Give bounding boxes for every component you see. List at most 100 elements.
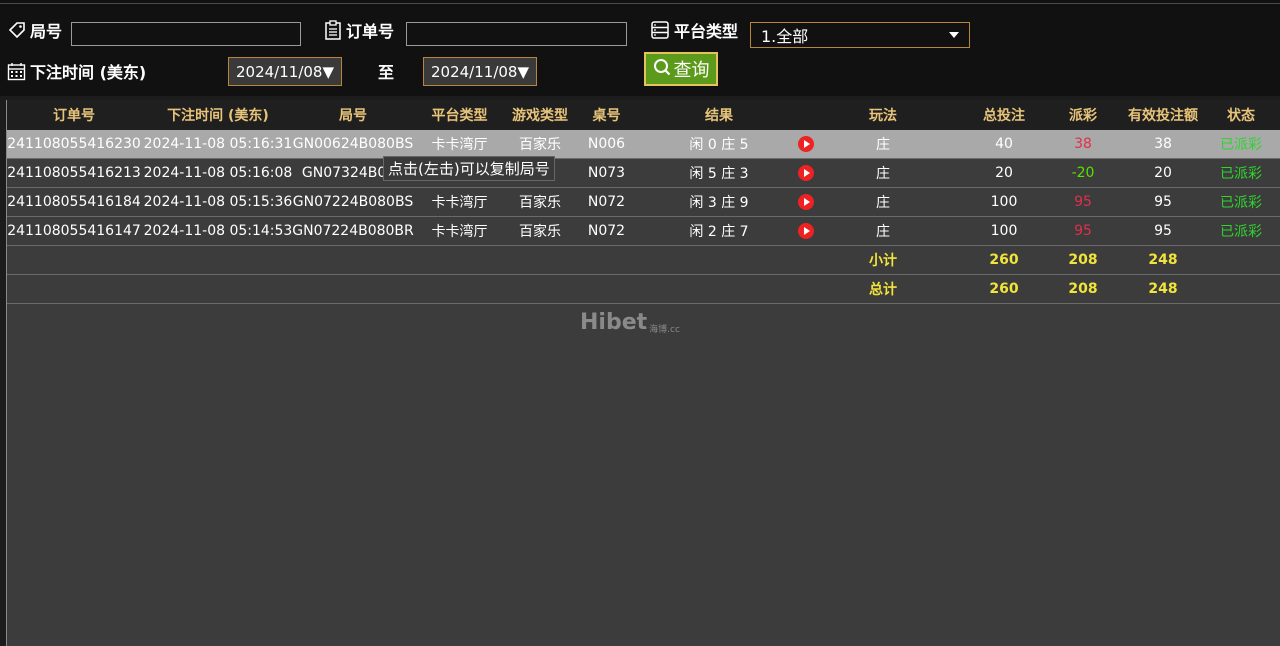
total-bet: 260	[989, 281, 1019, 297]
date-to-picker[interactable]: 2024/11/08▼	[423, 57, 537, 86]
watermark-sub-text: 海博.cc	[649, 325, 680, 335]
play-cell: 庄	[876, 224, 890, 240]
bet-cell: 100	[990, 223, 1018, 239]
table-row[interactable]: 241108055416213 2024-11-08 05:16:08 GN0732…	[7, 159, 1280, 188]
bet-cell: 20	[995, 165, 1013, 181]
order-no-input[interactable]	[406, 22, 627, 46]
bet-time-label-text: 下注时间 (美东)	[30, 63, 147, 82]
payout-cell: 95	[1074, 223, 1092, 239]
table-cell: N073	[587, 165, 626, 181]
status-cell: 已派彩	[1220, 224, 1262, 240]
clipboard-icon	[324, 20, 342, 40]
to-label-text: 至	[378, 63, 395, 82]
order-cell: 241108055416230	[7, 136, 141, 152]
table-row[interactable]: 241108055416147 2024-11-08 05:14:53 GN0722…	[7, 217, 1280, 246]
round-no-label: 局号	[8, 18, 62, 42]
column-header	[791, 100, 821, 130]
subtotal-row: 小计 260 208 248	[7, 246, 1280, 275]
play-icon	[798, 165, 814, 181]
platform-type-selected-value: 1.全部	[761, 27, 809, 46]
column-header: 桌号	[592, 108, 621, 124]
table-row[interactable]: 241108055416184 2024-11-08 05:15:36 GN0722…	[7, 188, 1280, 217]
round-no-label-text: 局号	[30, 22, 63, 41]
video-replay-button[interactable]	[791, 130, 821, 158]
play-icon	[798, 223, 814, 239]
bet-time-label: 下注时间 (美东)	[7, 59, 146, 83]
play-icon	[798, 136, 814, 152]
valid-cell: 38	[1154, 136, 1172, 152]
column-header: 游戏类型	[512, 108, 568, 124]
time-cell: 2024-11-08 05:15:36	[143, 194, 293, 210]
order-no-label-text: 订单号	[346, 22, 395, 41]
game-cell: 百家乐	[519, 195, 561, 211]
column-header: 结果	[705, 108, 733, 124]
search-icon	[653, 58, 671, 81]
total-row: 总计 260 208 248	[7, 275, 1280, 304]
table-cell: N072	[587, 223, 626, 239]
time-cell: 2024-11-08 05:14:53	[143, 223, 293, 239]
result-cell: 闲 2 庄 7	[689, 224, 749, 240]
query-button-label: 查询	[673, 60, 710, 81]
platform-cell: 卡卡湾厅	[431, 195, 488, 211]
payout-cell: -20	[1071, 165, 1095, 181]
round-no-cell[interactable]: GN07224B080BS	[293, 188, 413, 216]
table-cell: N072	[587, 194, 626, 210]
table-row[interactable]: 241108055416230 2024-11-08 05:16:31 GN0062…	[7, 130, 1280, 159]
status-cell: 已派彩	[1220, 137, 1262, 153]
platform-type-label: 平台类型	[650, 18, 738, 42]
calendar-icon	[7, 62, 26, 81]
subtotal-bet: 260	[989, 252, 1019, 268]
column-header: 状态	[1227, 108, 1255, 124]
date-to-value: 2024/11/08▼	[431, 62, 529, 81]
platform-type-select[interactable]: 1.全部	[750, 22, 970, 48]
play-cell: 庄	[876, 195, 890, 211]
play-cell: 庄	[876, 166, 890, 182]
platform-cell: 卡卡湾厅	[431, 137, 488, 153]
platform-type-label-text: 平台类型	[674, 22, 739, 41]
date-from-picker[interactable]: 2024/11/08▼	[228, 57, 342, 86]
result-cell: 闲 3 庄 9	[689, 195, 749, 211]
column-header: 平台类型	[431, 108, 488, 124]
copy-round-tooltip: 点击(左击)可以复制局号	[383, 156, 555, 181]
video-replay-button[interactable]	[791, 159, 821, 187]
table-cell: N006	[587, 136, 626, 152]
payout-cell: 95	[1074, 194, 1092, 210]
valid-cell: 95	[1154, 194, 1172, 210]
video-replay-button[interactable]	[791, 188, 821, 216]
play-cell: 庄	[876, 137, 890, 153]
time-cell: 2024-11-08 05:16:31	[143, 136, 293, 152]
valid-cell: 95	[1154, 223, 1172, 239]
chevron-down-icon	[949, 32, 959, 38]
status-cell: 已派彩	[1220, 195, 1262, 211]
query-button[interactable]: 查询	[644, 52, 718, 86]
time-cell: 2024-11-08 05:16:08	[143, 165, 293, 181]
server-list-icon	[650, 20, 670, 40]
to-label: 至	[378, 59, 394, 83]
column-header: 有效投注额	[1128, 108, 1198, 124]
date-from-value: 2024/11/08▼	[236, 62, 334, 81]
hibet-watermark: Hibet 海博.cc	[580, 310, 680, 335]
total-payout: 208	[1068, 281, 1098, 297]
platform-cell: 卡卡湾厅	[431, 224, 488, 240]
game-cell: 百家乐	[519, 137, 561, 153]
order-cell: 241108055416213	[7, 165, 141, 181]
result-cell: 闲 0 庄 5	[689, 137, 749, 153]
column-header: 下注时间 (美东)	[167, 108, 269, 124]
game-cell: 百家乐	[519, 224, 561, 240]
watermark-main-text: Hibet	[580, 310, 648, 335]
column-header: 派彩	[1069, 108, 1097, 124]
valid-cell: 20	[1154, 165, 1172, 181]
round-no-cell[interactable]: GN00624B080BS	[293, 130, 413, 158]
round-no-cell[interactable]: GN07224B080BR	[292, 217, 414, 245]
bet-records-table: 订单号 下注时间 (美东) 局号 平台类型 游戏类型 桌号 结果 玩法 总投注 派彩 有效投注额 状态…	[6, 100, 1280, 646]
play-icon	[798, 194, 814, 210]
order-cell: 241108055416184	[7, 194, 141, 210]
video-replay-button[interactable]	[791, 217, 821, 245]
round-no-input[interactable]	[71, 22, 301, 46]
bet-cell: 100	[990, 194, 1018, 210]
total-label: 总计	[869, 282, 897, 298]
column-header: 总投注	[983, 108, 1025, 124]
status-cell: 已派彩	[1220, 166, 1262, 182]
order-no-label: 订单号	[324, 18, 394, 42]
subtotal-label: 小计	[869, 253, 897, 269]
